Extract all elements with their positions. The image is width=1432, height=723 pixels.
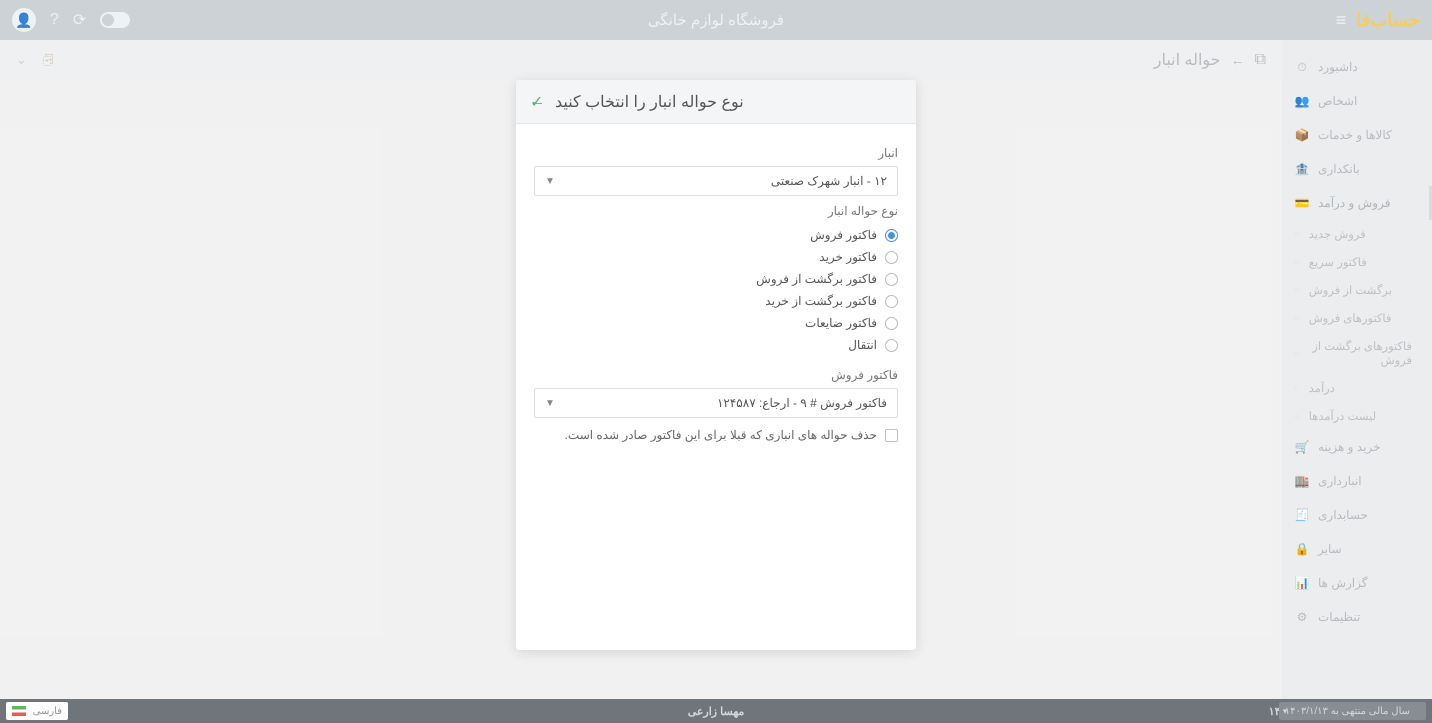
transfer-type-label: نوع حواله انبار	[534, 204, 898, 218]
transfer-type-option[interactable]: فاکتور برگشت از فروش	[534, 268, 898, 290]
radio-icon	[885, 229, 898, 242]
delete-previous-checkbox[interactable]: حذف حواله های انباری که قبلا برای این فا…	[534, 428, 898, 442]
caret-down-icon: ▼	[545, 176, 555, 187]
radio-icon	[885, 273, 898, 286]
warehouse-modal: نوع حواله انبار را انتخاب کنید ← ✓ انبار…	[516, 80, 916, 650]
transfer-type-option[interactable]: انتقال	[534, 334, 898, 356]
modal-body: انبار ۱۲ - انبار شهرک صنعتی ▼ نوع حواله …	[516, 124, 916, 456]
confirm-icon[interactable]: ✓	[530, 92, 543, 112]
modal-header: نوع حواله انبار را انتخاب کنید ← ✓	[516, 80, 916, 124]
caret-down-icon: ▼	[545, 398, 555, 409]
transfer-type-option[interactable]: فاکتور فروش	[534, 224, 898, 246]
transfer-type-group: فاکتور فروش فاکتور خرید فاکتور برگشت از فر…	[534, 224, 898, 356]
modal-title: نوع حواله انبار را انتخاب کنید	[555, 92, 744, 112]
transfer-type-option[interactable]: فاکتور برگشت از خرید	[534, 290, 898, 312]
invoice-select[interactable]: فاکتور فروش # ۹ - ارجاع: ۱۲۴۵۸۷ ▼	[534, 388, 898, 418]
warehouse-select[interactable]: ۱۲ - انبار شهرک صنعتی ▼	[534, 166, 898, 196]
transfer-type-option[interactable]: فاکتور خرید	[534, 246, 898, 268]
invoice-value: فاکتور فروش # ۹ - ارجاع: ۱۲۴۵۸۷	[717, 396, 887, 410]
transfer-type-label: فاکتور ضایعات	[805, 316, 877, 330]
transfer-type-label: فاکتور فروش	[810, 228, 877, 242]
radio-icon	[885, 251, 898, 264]
radio-icon	[885, 317, 898, 330]
transfer-type-label: فاکتور خرید	[819, 250, 877, 264]
warehouse-label: انبار	[534, 146, 898, 160]
delete-previous-label: حذف حواله های انباری که قبلا برای این فا…	[565, 428, 877, 442]
invoice-label: فاکتور فروش	[534, 368, 898, 382]
warehouse-value: ۱۲ - انبار شهرک صنعتی	[771, 174, 887, 188]
transfer-type-option[interactable]: فاکتور ضایعات	[534, 312, 898, 334]
checkbox-icon	[885, 429, 898, 442]
transfer-type-label: فاکتور برگشت از فروش	[756, 272, 877, 286]
radio-icon	[885, 295, 898, 308]
transfer-type-label: فاکتور برگشت از خرید	[765, 294, 877, 308]
transfer-type-label: انتقال	[848, 338, 877, 352]
radio-icon	[885, 339, 898, 352]
